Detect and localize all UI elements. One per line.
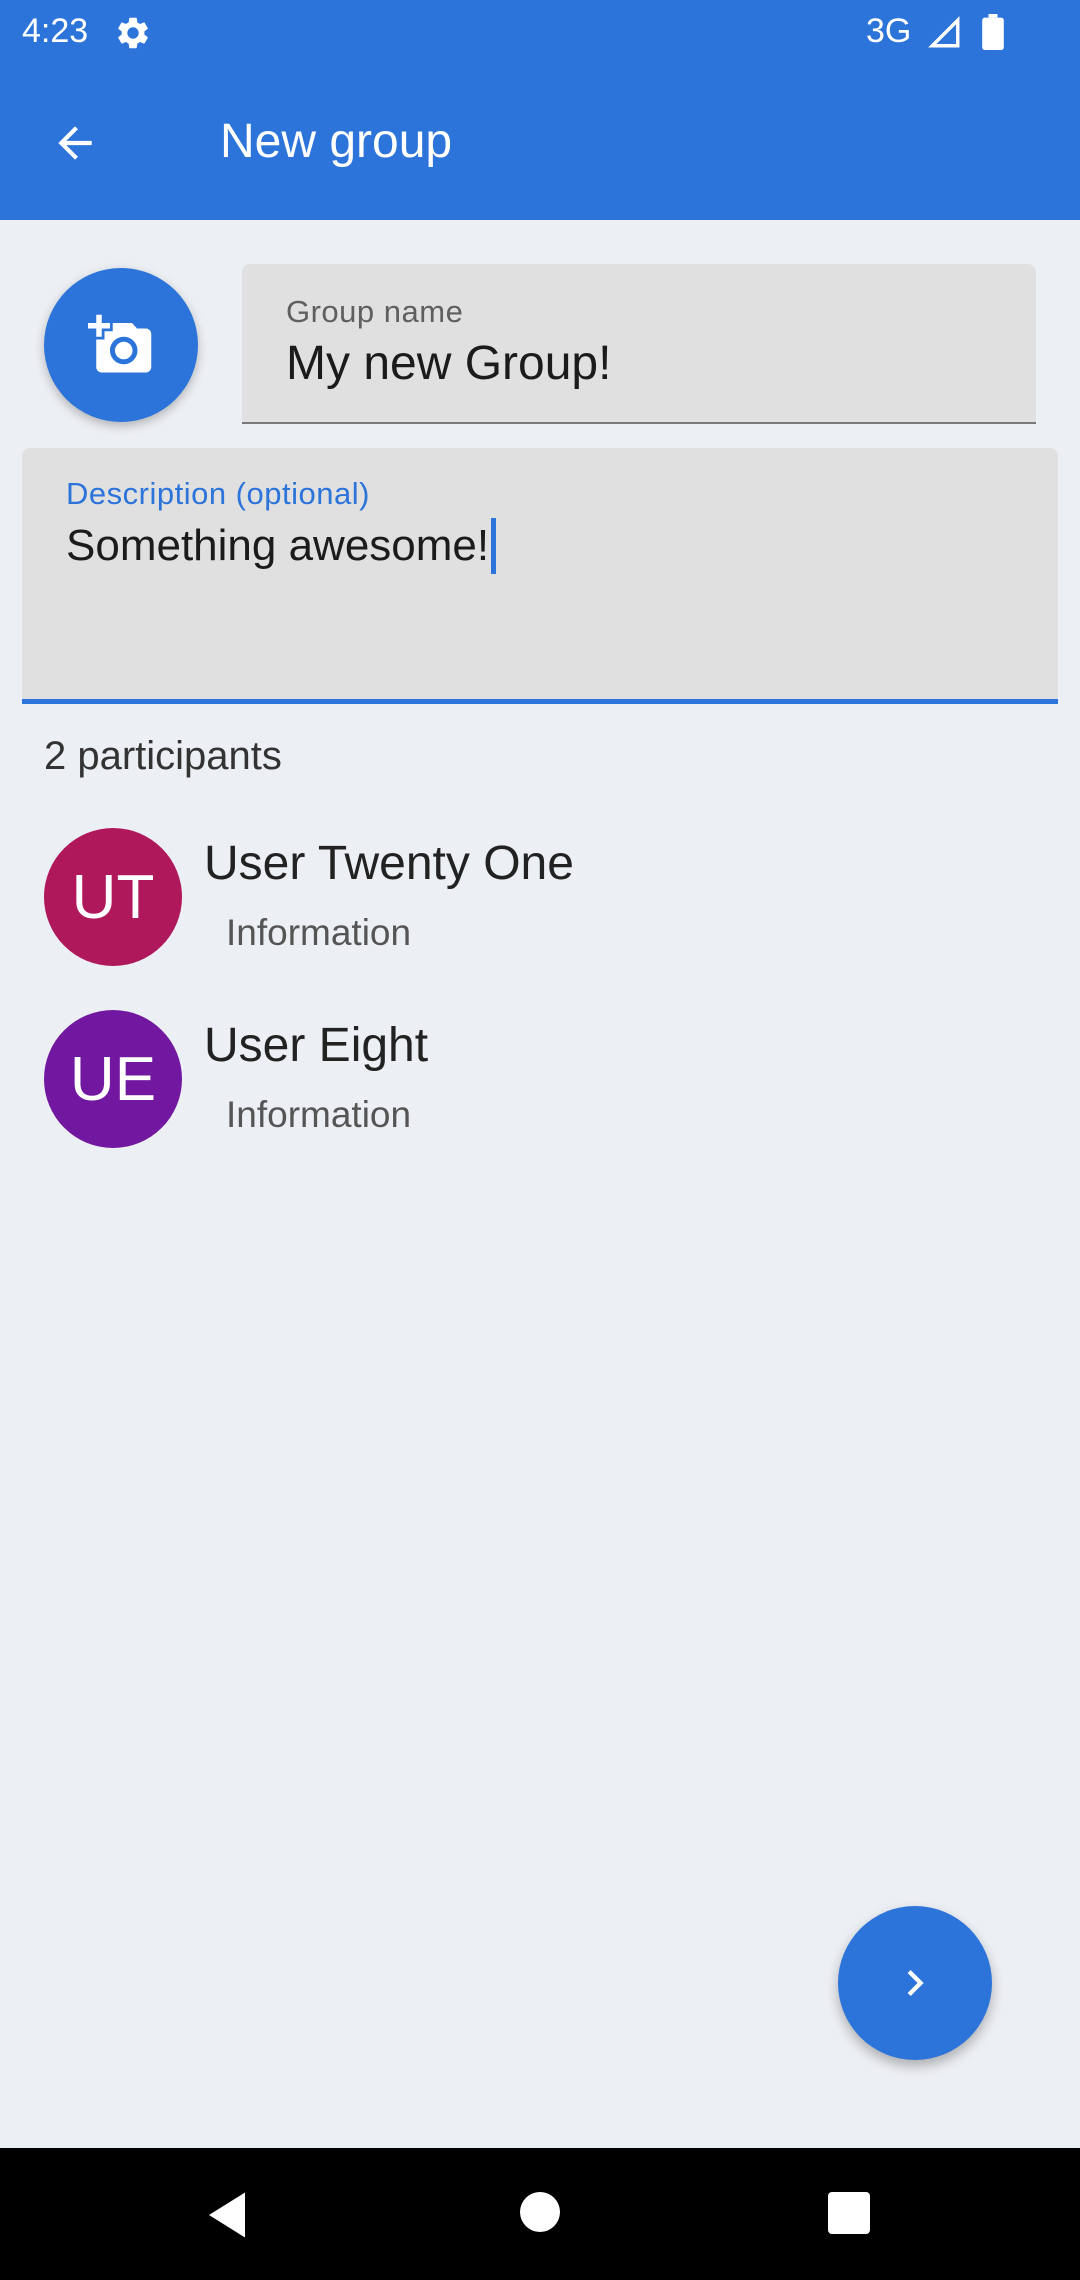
- group-name-field[interactable]: Group name My new Group!: [242, 264, 1036, 424]
- network-type: 3G: [866, 12, 912, 50]
- participant-name: User Twenty One: [204, 837, 574, 890]
- description-field[interactable]: Description (optional) Something awesome…: [22, 448, 1058, 704]
- gear-icon: [118, 17, 148, 49]
- signal-icon: [928, 16, 960, 48]
- avatar: UT: [44, 828, 182, 966]
- status-bar: 4:23 3G: [0, 0, 1080, 66]
- participant-name: User Eight: [204, 1019, 429, 1072]
- participant-info: Information: [226, 912, 412, 953]
- participant-item[interactable]: UT User Twenty One Information: [0, 820, 1080, 970]
- avatar: UE: [44, 1010, 182, 1148]
- text-cursor: [491, 518, 497, 574]
- screen: 4:23 3G New group Group name My new Grou…: [0, 0, 1080, 2280]
- participant-item[interactable]: UE User Eight Information: [0, 1002, 1080, 1152]
- add-photo-button[interactable]: [44, 268, 198, 422]
- app-bar: New group: [0, 66, 1080, 220]
- participants-count: 2 participants: [44, 734, 282, 778]
- description-label: Description (optional): [66, 476, 370, 511]
- description-text: Something awesome!: [66, 521, 490, 570]
- group-name-label: Group name: [286, 294, 464, 329]
- arrow-back-icon: [58, 126, 92, 160]
- back-button[interactable]: [40, 108, 110, 178]
- navigation-bar: [0, 2148, 1080, 2280]
- chevron-right-icon: [907, 1970, 924, 1996]
- next-button[interactable]: [838, 1906, 992, 2060]
- group-name-input[interactable]: My new Group!: [286, 336, 611, 391]
- page-title: New group: [220, 115, 453, 168]
- status-time: 4:23: [22, 12, 89, 50]
- nav-recents-icon[interactable]: [828, 2192, 870, 2234]
- description-input[interactable]: Something awesome!: [66, 518, 497, 574]
- nav-back-icon[interactable]: [200, 2188, 254, 2242]
- nav-home-icon[interactable]: [520, 2192, 560, 2232]
- battery-icon: [982, 14, 1004, 50]
- participant-info: Information: [226, 1094, 412, 1135]
- add-photo-icon: [88, 314, 152, 373]
